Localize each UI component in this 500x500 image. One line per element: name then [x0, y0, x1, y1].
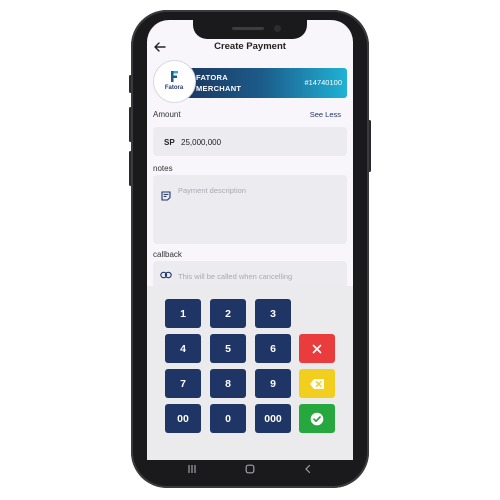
note-icon — [161, 191, 171, 201]
backspace-icon — [310, 378, 324, 389]
close-icon — [312, 344, 322, 353]
home-icon[interactable] — [245, 464, 255, 474]
key-8[interactable]: 8 — [210, 369, 246, 398]
merchant-logo-text: Fatora — [164, 85, 184, 91]
key-000[interactable]: 000 — [255, 404, 291, 433]
recent-apps-icon[interactable] — [187, 464, 197, 474]
key-3[interactable]: 3 — [255, 299, 291, 328]
link-icon — [160, 271, 172, 279]
key-0[interactable]: 0 — [210, 404, 246, 433]
check-circle-icon — [310, 412, 324, 425]
backspace-button[interactable] — [299, 369, 335, 398]
key-9[interactable]: 9 — [255, 369, 291, 398]
key-5[interactable]: 5 — [210, 334, 246, 363]
speaker-grille — [232, 27, 264, 30]
notes-placeholder: Payment description — [178, 186, 246, 195]
callback-label: callback — [153, 250, 182, 259]
clear-button[interactable] — [299, 334, 335, 363]
key-2[interactable]: 2 — [210, 299, 246, 328]
page-title: Create Payment — [214, 41, 286, 52]
amount-value: 25,000,000 — [181, 138, 222, 147]
merchant-name: FATORA MERCHANT — [196, 72, 241, 94]
confirm-button[interactable] — [299, 404, 335, 433]
callback-placeholder: This will be called when cancelling — [178, 272, 293, 281]
device-stage: Create Payment FATORA MERCHANT #14740100… — [0, 0, 500, 500]
merchant-id: #14740100 — [304, 78, 342, 87]
back-nav-icon[interactable] — [303, 464, 313, 474]
key-4[interactable]: 4 — [165, 334, 201, 363]
back-arrow-icon[interactable] — [153, 40, 167, 54]
key-6[interactable]: 6 — [255, 334, 291, 363]
see-less-link[interactable]: See Less — [300, 110, 341, 119]
fatora-logo-icon — [171, 71, 178, 82]
key-7[interactable]: 7 — [165, 369, 201, 398]
merchant-name-line2: MERCHANT — [196, 84, 242, 93]
currency-label: SP — [164, 138, 175, 147]
front-camera — [274, 25, 281, 32]
key-1[interactable]: 1 — [165, 299, 201, 328]
notes-label: notes — [153, 164, 173, 173]
amount-label: Amount — [153, 110, 181, 119]
merchant-name-line1: FATORA — [196, 73, 228, 82]
key-00[interactable]: 00 — [165, 404, 201, 433]
